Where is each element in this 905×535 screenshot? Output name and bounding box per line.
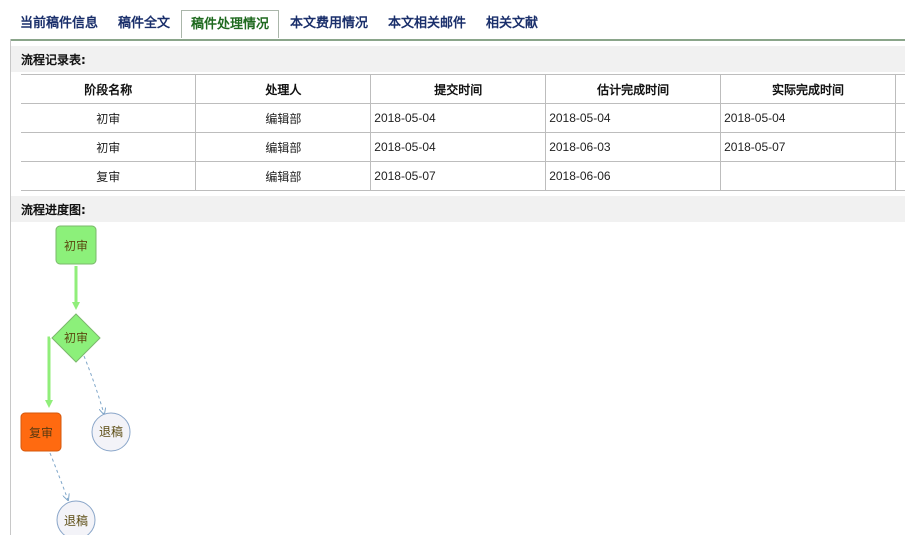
col-header-submit-time: 提交时间 bbox=[370, 74, 547, 104]
table-row: 复审 编辑部 2018-05-07 2018-06-06 bbox=[21, 161, 905, 191]
section-title-records: 流程记录表: bbox=[11, 46, 905, 72]
flow-node-decision: 初审 bbox=[51, 313, 101, 363]
col-header-estimated-time: 估计完成时间 bbox=[545, 74, 722, 104]
cell-submit-time: 2018-05-07 bbox=[370, 161, 547, 191]
section-title-progress: 流程进度图: bbox=[11, 196, 905, 222]
cell-submit-time: 2018-05-04 bbox=[370, 103, 547, 133]
tab-manuscript-processing[interactable]: 稿件处理情况 bbox=[181, 10, 280, 38]
tab-related-literature[interactable]: 相关文献 bbox=[486, 10, 538, 38]
cell-handler: 编辑部 bbox=[195, 103, 372, 133]
flow-arrow-decision-to-review2 bbox=[45, 336, 53, 408]
cell-extra bbox=[895, 161, 905, 191]
cell-extra bbox=[895, 103, 905, 133]
tab-fee-status[interactable]: 本文费用情况 bbox=[290, 10, 368, 38]
tab-manuscript-fulltext[interactable]: 稿件全文 bbox=[118, 10, 170, 38]
flow-node-label: 初审 bbox=[64, 330, 88, 345]
cell-estimated-time: 2018-06-03 bbox=[545, 132, 722, 162]
flow-arrow-decision-to-reject bbox=[83, 355, 104, 414]
cell-stage: 复审 bbox=[21, 161, 197, 191]
cell-stage: 初审 bbox=[21, 132, 197, 162]
cell-estimated-time: 2018-05-04 bbox=[545, 103, 722, 133]
table-header-row: 阶段名称 处理人 提交时间 估计完成时间 实际完成时间 bbox=[21, 74, 905, 104]
cell-actual-time bbox=[720, 161, 896, 191]
flow-node-initial-review: 初审 bbox=[55, 225, 97, 265]
flow-node-reject-1: 退稿 bbox=[91, 412, 131, 452]
cell-actual-time: 2018-05-07 bbox=[720, 132, 896, 162]
cell-handler: 编辑部 bbox=[195, 132, 372, 162]
col-header-extra bbox=[895, 74, 905, 104]
flow-node-label: 退稿 bbox=[64, 513, 88, 528]
flow-node-label: 初审 bbox=[64, 238, 88, 253]
cell-submit-time: 2018-05-04 bbox=[370, 132, 547, 162]
table-row: 初审 编辑部 2018-05-04 2018-05-04 2018-05-04 bbox=[21, 103, 905, 133]
flow-node-second-review: 复审 bbox=[20, 412, 62, 452]
tab-related-emails[interactable]: 本文相关邮件 bbox=[388, 10, 466, 38]
tab-current-manuscript-info[interactable]: 当前稿件信息 bbox=[20, 10, 98, 38]
flow-node-reject-2: 退稿 bbox=[56, 500, 96, 535]
cell-stage: 初审 bbox=[21, 103, 197, 133]
cell-estimated-time: 2018-06-06 bbox=[545, 161, 722, 191]
cell-actual-time: 2018-05-04 bbox=[720, 103, 896, 133]
col-header-actual-time: 实际完成时间 bbox=[720, 74, 896, 104]
col-header-handler: 处理人 bbox=[195, 74, 372, 104]
flow-node-label: 复审 bbox=[29, 425, 53, 440]
cell-extra bbox=[895, 132, 905, 162]
flow-arrow-review2-to-reject bbox=[49, 452, 68, 500]
flow-node-label: 退稿 bbox=[99, 424, 123, 439]
tab-bar: 当前稿件信息 稿件全文 稿件处理情况 本文费用情况 本文相关邮件 相关文献 bbox=[10, 8, 905, 41]
flow-record-table: 阶段名称 处理人 提交时间 估计完成时间 实际完成时间 初审 编辑部 2018-… bbox=[21, 74, 905, 191]
table-row: 初审 编辑部 2018-05-04 2018-06-03 2018-05-07 bbox=[21, 132, 905, 162]
cell-handler: 编辑部 bbox=[195, 161, 372, 191]
flow-progress-diagram: 初审 初审 退稿 复审 退稿 bbox=[20, 225, 131, 535]
col-header-stage: 阶段名称 bbox=[21, 74, 197, 104]
